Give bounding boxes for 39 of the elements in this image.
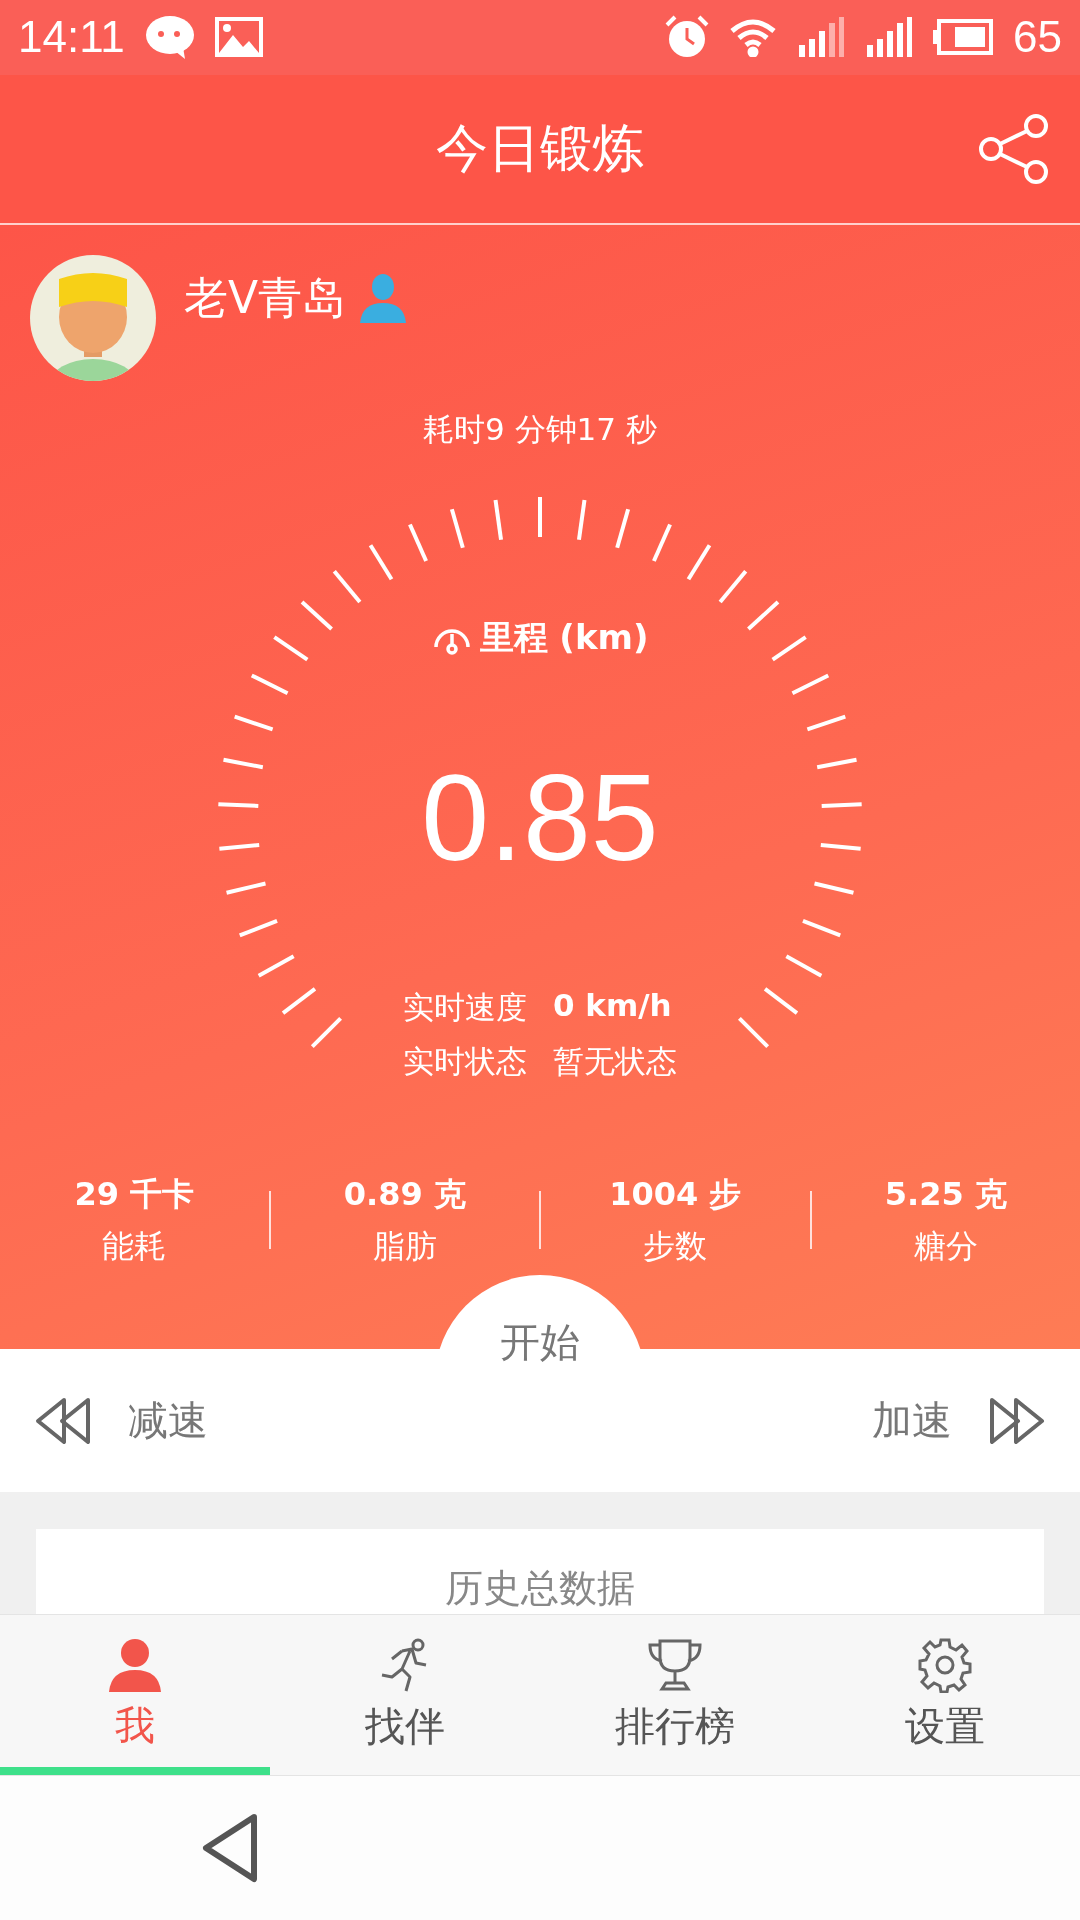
avatar-icon[interactable]	[30, 254, 156, 381]
person-icon	[360, 273, 407, 324]
stat-label: 脂肪	[372, 1225, 437, 1267]
speed-label: 实时速度	[403, 987, 527, 1027]
status-time: 14:11	[18, 12, 125, 63]
speed-up-button[interactable]: 加速	[872, 1393, 1046, 1449]
image-icon	[214, 17, 263, 58]
metric-label: 里程 (km)	[479, 615, 649, 659]
cellular-signal-icon	[797, 15, 846, 60]
slow-down-button[interactable]: 减速	[34, 1393, 208, 1449]
cellular-signal-icon	[865, 15, 914, 60]
stat-value: 0.89 克	[343, 1173, 466, 1215]
alarm-icon	[665, 15, 710, 60]
rewind-icon	[34, 1395, 92, 1446]
stat-label: 步数	[643, 1225, 708, 1267]
user-name: 老V青岛	[184, 270, 347, 325]
history-title: 历史总数据	[445, 1565, 635, 1613]
chat-icon	[144, 15, 195, 60]
stat-value: 29 千卡	[74, 1173, 195, 1215]
battery-percent: 65	[1013, 12, 1062, 63]
nav-tab[interactable]: 找伴	[270, 1615, 540, 1776]
battery-icon	[933, 19, 994, 56]
stat-label: 能耗	[102, 1225, 167, 1267]
page-title: 今日锻炼	[436, 116, 644, 180]
stat-value: 5.25 克	[884, 1173, 1007, 1215]
nav-tab[interactable]: 设置	[810, 1615, 1080, 1776]
stat-value: 1004 步	[609, 1173, 742, 1215]
duration-text: 耗时9 分钟17 秒	[422, 409, 658, 449]
fast-forward-icon	[988, 1395, 1046, 1446]
back-icon[interactable]	[200, 1813, 260, 1884]
stat-label: 糖分	[913, 1225, 978, 1267]
wifi-icon	[729, 17, 778, 58]
share-icon[interactable]	[978, 112, 1050, 185]
distance-value: 0.85	[421, 756, 659, 879]
speed-value: 0 km/h	[553, 986, 673, 1025]
state-label: 实时状态	[403, 1041, 527, 1081]
state-value: 暂无状态	[553, 1041, 677, 1081]
nav-tab[interactable]: 排行榜	[540, 1615, 810, 1776]
settings-icon	[917, 1636, 973, 1693]
